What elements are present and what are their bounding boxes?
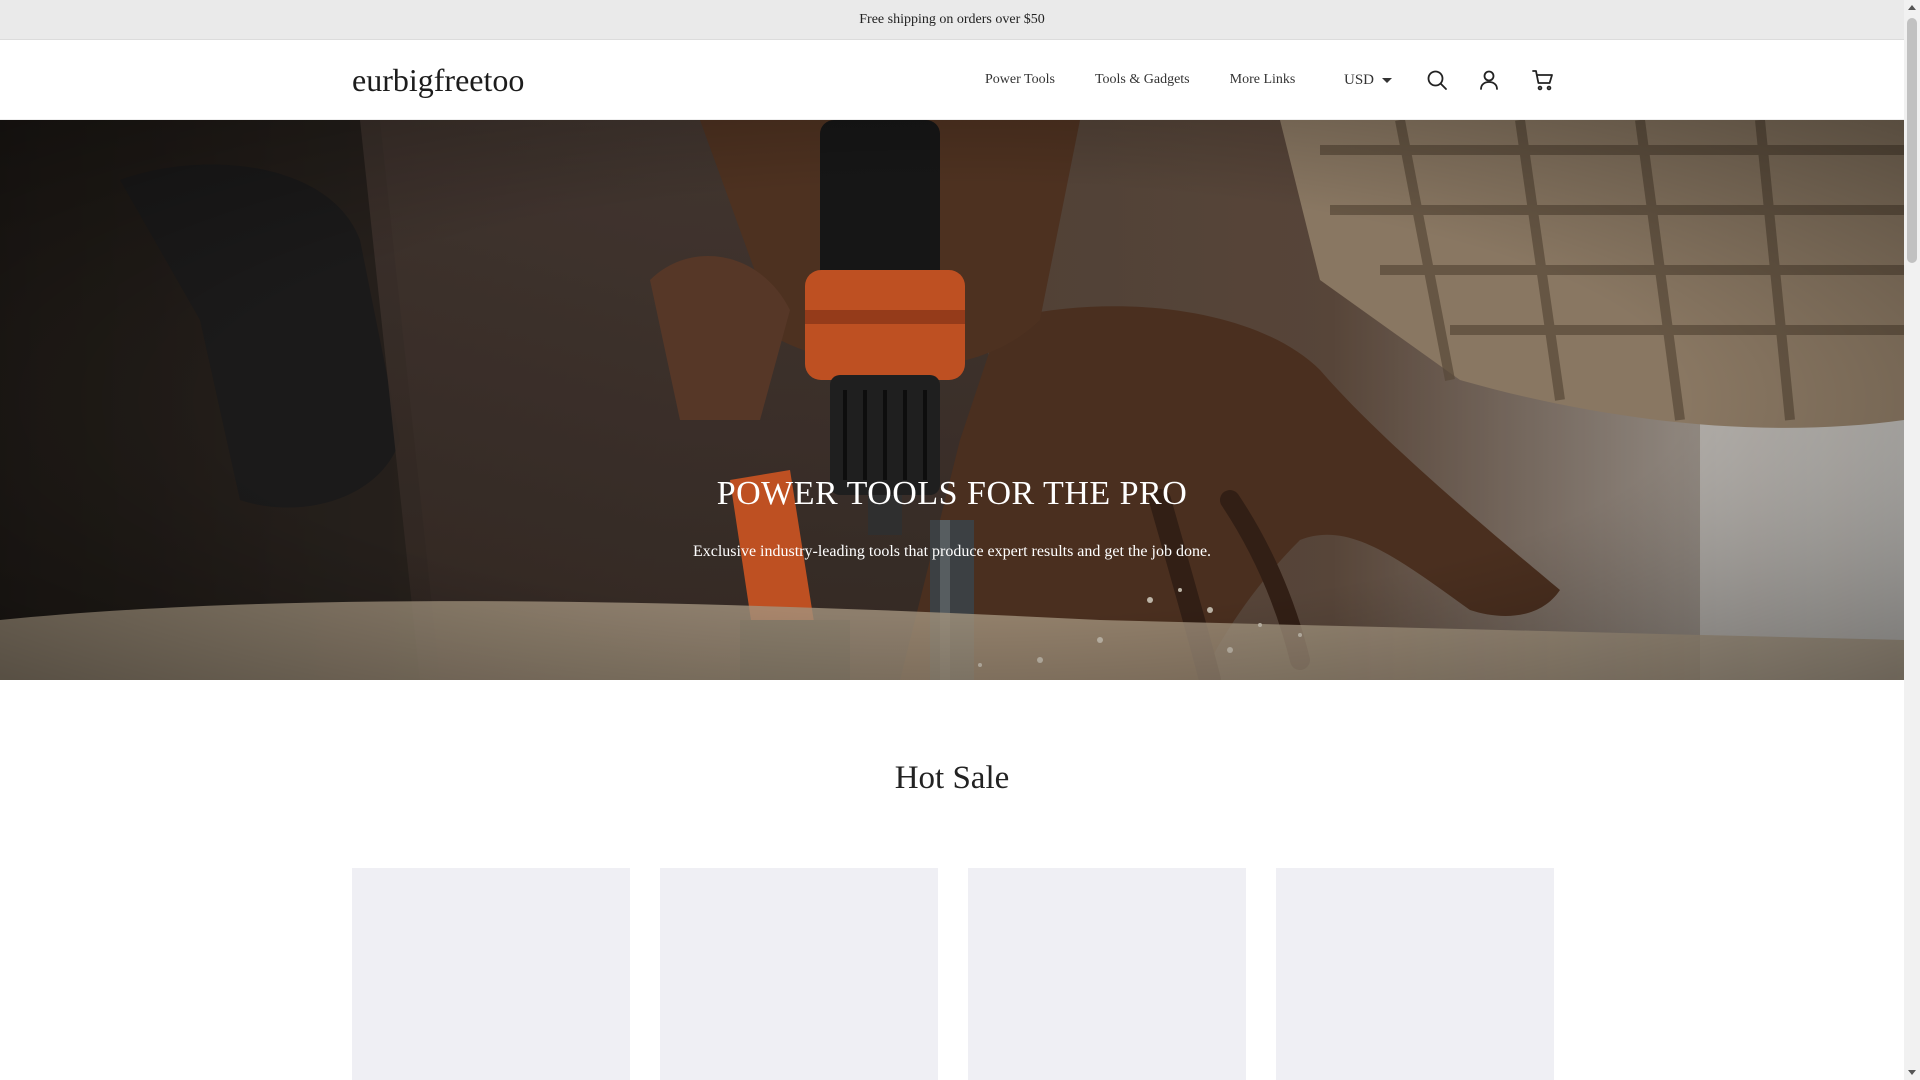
nav-power-tools[interactable]: Power Tools: [985, 72, 1055, 88]
search-icon[interactable]: [1425, 68, 1449, 92]
account-icon[interactable]: [1477, 68, 1501, 92]
announcement-bar: Free shipping on orders over $50: [0, 0, 1904, 40]
hero-subtitle: Exclusive industry-leading tools that pr…: [692, 543, 1212, 560]
scrollbar-thumb[interactable]: [1907, 18, 1917, 263]
hot-sale-title: Hot Sale: [894, 760, 1010, 796]
main-nav: Power Tools Tools & Gadgets More Links: [985, 40, 1295, 120]
hero-banner[interactable]: POWER TOOLS FOR THE PRO Exclusive indust…: [0, 120, 1904, 680]
store-logo[interactable]: eurbigfreetoo: [352, 40, 524, 120]
scroll-up-arrow-icon[interactable]: [1908, 5, 1916, 10]
page-scrollbar[interactable]: [1904, 0, 1920, 1080]
caret-down-icon: [1382, 77, 1393, 83]
cart-icon[interactable]: [1531, 68, 1555, 92]
hero-title: POWER TOOLS FOR THE PRO: [716, 475, 1188, 512]
nav-tools-gadgets[interactable]: Tools & Gadgets: [1095, 72, 1190, 88]
product-card-placeholder[interactable]: [1276, 868, 1554, 1080]
nav-more-links[interactable]: More Links: [1230, 72, 1296, 88]
announcement-text: Free shipping on orders over $50: [859, 12, 1045, 27]
hero-image: [0, 120, 1904, 680]
site-header: eurbigfreetoo Power Tools Tools & Gadget…: [0, 40, 1904, 120]
product-grid: [352, 868, 1554, 1080]
currency-label: USD: [1344, 71, 1375, 88]
page: Free shipping on orders over $50 eurbigf…: [0, 0, 1904, 1080]
currency-selector[interactable]: USD: [1344, 40, 1393, 120]
product-card-placeholder[interactable]: [968, 868, 1246, 1080]
product-card-placeholder[interactable]: [352, 868, 630, 1080]
product-card-placeholder[interactable]: [660, 868, 938, 1080]
scroll-down-arrow-icon[interactable]: [1908, 1070, 1916, 1075]
